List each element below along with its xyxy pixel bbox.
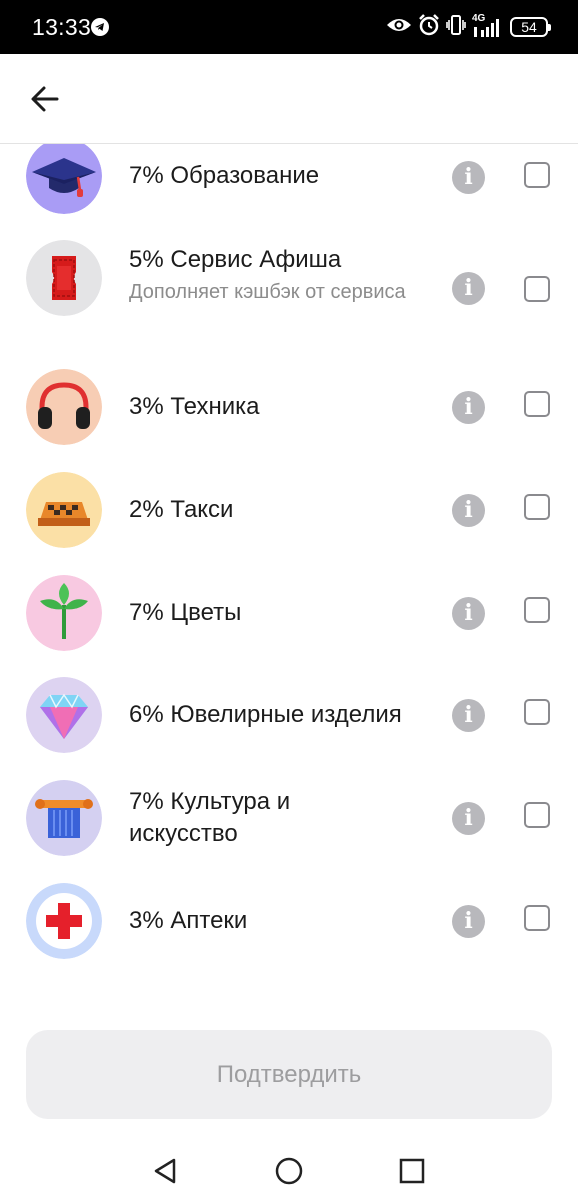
category-title: 6% Ювелирные изделия bbox=[129, 701, 402, 728]
category-checkbox[interactable] bbox=[524, 276, 550, 302]
status-icons: 4G 54 bbox=[386, 13, 551, 41]
headphones-icon bbox=[26, 369, 102, 445]
battery-icon: 54 bbox=[510, 17, 551, 37]
category-subtitle: Дополняет кэшбэк от сервиса bbox=[129, 281, 406, 303]
category-row-jewelry[interactable]: 6% Ювелирные изделия i bbox=[0, 677, 578, 763]
category-avatar bbox=[26, 472, 102, 548]
vibrate-icon bbox=[446, 14, 466, 41]
diamond-icon bbox=[26, 677, 102, 753]
category-checkbox[interactable] bbox=[524, 391, 550, 417]
taxi-sign-icon bbox=[26, 472, 102, 548]
home-circle-icon bbox=[275, 1157, 303, 1185]
status-time: 13:33 bbox=[32, 14, 92, 40]
category-row-pharmacy[interactable]: 3% Аптеки i bbox=[0, 883, 578, 969]
nav-recents-button[interactable] bbox=[397, 1156, 427, 1186]
category-avatar bbox=[26, 575, 102, 651]
category-title: 3% Техника bbox=[129, 393, 260, 420]
category-list: 7% Образование i 5% Сервис Афиша Дополня… bbox=[0, 144, 578, 1000]
info-button[interactable]: i bbox=[452, 272, 485, 305]
category-title: 7% Культура и искусство bbox=[129, 788, 291, 847]
category-avatar bbox=[26, 240, 102, 316]
category-checkbox[interactable] bbox=[524, 905, 550, 931]
alarm-icon bbox=[418, 13, 440, 41]
category-avatar bbox=[26, 883, 102, 959]
back-triangle-icon bbox=[154, 1158, 176, 1184]
signal-icon: 4G bbox=[472, 13, 504, 39]
status-bar: 13:33 4G 54 bbox=[0, 0, 578, 54]
category-avatar bbox=[26, 144, 102, 214]
category-row-education[interactable]: 7% Образование i bbox=[0, 144, 578, 230]
info-button[interactable]: i bbox=[452, 699, 485, 732]
arrow-left-icon bbox=[31, 86, 59, 112]
back-button[interactable] bbox=[28, 82, 62, 116]
category-row-culture[interactable]: 7% Культура и искусство i bbox=[0, 780, 578, 866]
category-checkbox[interactable] bbox=[524, 162, 550, 188]
plant-icon bbox=[26, 575, 102, 651]
telegram-icon bbox=[91, 18, 109, 36]
category-row-afisha[interactable]: 5% Сервис Афиша Дополняет кэшбэк от серв… bbox=[0, 240, 578, 340]
system-navigation-bar bbox=[0, 1140, 578, 1200]
info-icon: i bbox=[464, 908, 473, 934]
graduation-cap-icon bbox=[26, 144, 102, 214]
category-row-taxi[interactable]: 2% Такси i bbox=[0, 472, 578, 558]
category-title: 7% Образование bbox=[129, 162, 320, 189]
category-avatar bbox=[26, 677, 102, 753]
info-button[interactable]: i bbox=[452, 161, 485, 194]
category-avatar bbox=[26, 369, 102, 445]
category-checkbox[interactable] bbox=[524, 699, 550, 725]
info-button[interactable]: i bbox=[452, 597, 485, 630]
column-icon bbox=[26, 780, 102, 856]
info-icon: i bbox=[464, 275, 473, 301]
category-title: 3% Аптеки bbox=[129, 907, 248, 934]
category-row-electronics[interactable]: 3% Техника i bbox=[0, 369, 578, 455]
top-app-bar bbox=[0, 54, 578, 144]
info-icon: i bbox=[464, 702, 473, 728]
category-row-flowers[interactable]: 7% Цветы i bbox=[0, 575, 578, 661]
category-avatar bbox=[26, 780, 102, 856]
red-cross-icon bbox=[26, 883, 102, 959]
category-title: 5% Сервис Афиша bbox=[129, 246, 342, 273]
category-checkbox[interactable] bbox=[524, 494, 550, 520]
info-button[interactable]: i bbox=[452, 905, 485, 938]
category-title: 2% Такси bbox=[129, 496, 234, 523]
nav-home-button[interactable] bbox=[274, 1156, 304, 1186]
info-icon: i bbox=[464, 394, 473, 420]
info-icon: i bbox=[464, 497, 473, 523]
info-button[interactable]: i bbox=[452, 391, 485, 424]
confirm-button[interactable]: Подтвердить bbox=[26, 1030, 552, 1119]
recents-square-icon bbox=[399, 1158, 425, 1184]
info-button[interactable]: i bbox=[452, 802, 485, 835]
info-icon: i bbox=[464, 805, 473, 831]
category-checkbox[interactable] bbox=[524, 802, 550, 828]
nav-back-button[interactable] bbox=[151, 1156, 181, 1186]
ticket-icon bbox=[26, 240, 102, 316]
category-title: 7% Цветы bbox=[129, 599, 242, 626]
category-checkbox[interactable] bbox=[524, 597, 550, 623]
eye-icon bbox=[386, 16, 412, 39]
info-button[interactable]: i bbox=[452, 494, 485, 527]
info-icon: i bbox=[464, 164, 473, 190]
info-icon: i bbox=[464, 600, 473, 626]
